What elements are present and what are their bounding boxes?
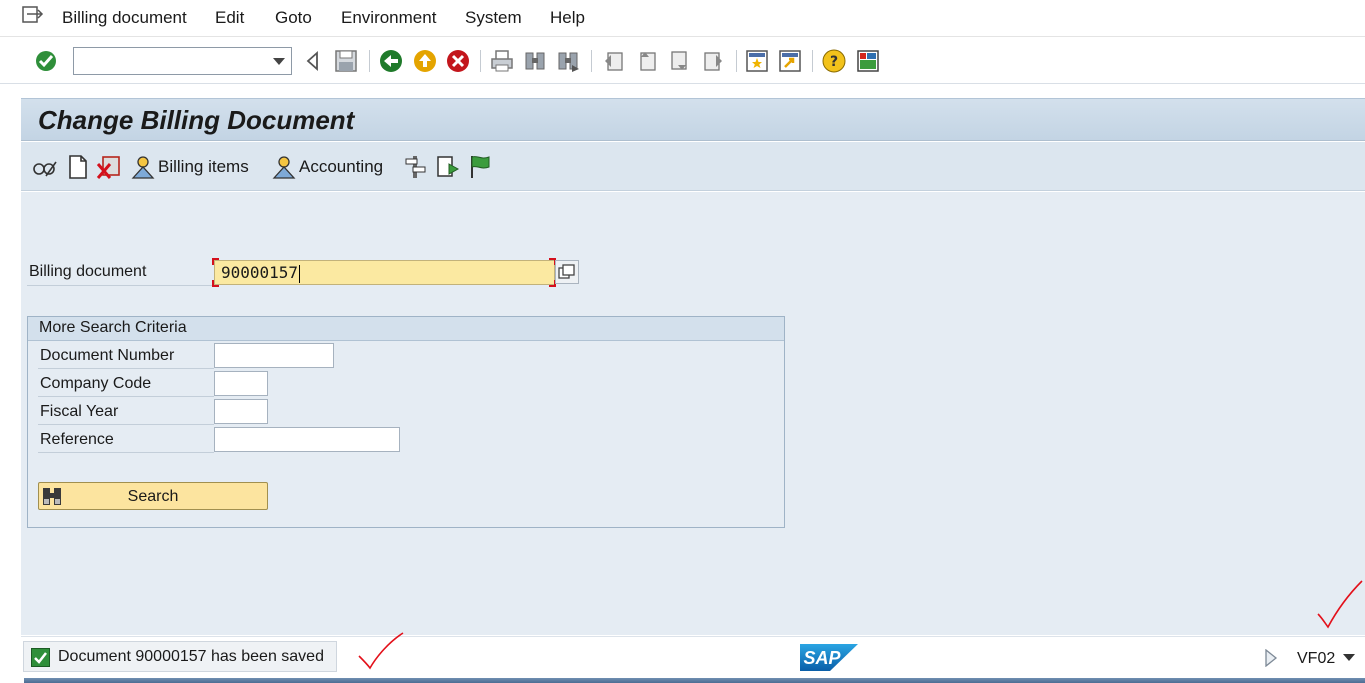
fiscal-year-field[interactable] — [214, 399, 268, 424]
page-title: Change Billing Document — [38, 105, 355, 135]
cancel-icon[interactable] — [445, 48, 471, 74]
help-icon[interactable]: ? — [821, 48, 847, 74]
left-strip — [0, 85, 20, 683]
status-bar: Document 90000157 has been saved SAP VF0… — [21, 636, 1365, 683]
person-icon — [272, 156, 296, 179]
company-code-label: Company Code — [40, 375, 152, 392]
save-icon[interactable] — [333, 48, 359, 74]
text-cursor — [299, 264, 301, 283]
sap-logo-text: SAP — [803, 648, 841, 668]
first-page-icon[interactable] — [601, 48, 627, 74]
create-document-icon[interactable] — [65, 154, 91, 180]
standard-toolbar: ? — [0, 38, 1365, 84]
bottom-border — [24, 678, 1365, 683]
output-icon[interactable] — [435, 154, 461, 180]
search-criteria-header: More Search Criteria — [28, 317, 784, 341]
svg-text:?: ? — [830, 54, 838, 70]
billing-items-label: Billing items — [158, 157, 249, 176]
menu-help[interactable]: Help — [550, 8, 585, 28]
billing-items-button[interactable]: Billing items — [130, 153, 249, 181]
next-page-icon[interactable] — [667, 48, 693, 74]
find-icon[interactable] — [522, 48, 548, 74]
menu-system[interactable]: System — [465, 8, 522, 28]
menu-bar: Billing document Edit Goto Environment S… — [0, 0, 1365, 37]
display-change-icon[interactable] — [32, 154, 58, 180]
layout-icon[interactable] — [855, 48, 881, 74]
system-info-icon[interactable] — [1264, 649, 1278, 667]
reference-field[interactable] — [214, 427, 400, 452]
cancel-billing-icon[interactable] — [96, 154, 122, 180]
print-icon[interactable] — [489, 48, 515, 74]
fiscal-year-label: Fiscal Year — [40, 403, 119, 420]
menu-icon[interactable] — [22, 5, 44, 25]
transaction-code: VF02 — [1297, 650, 1336, 667]
company-code-field[interactable] — [214, 371, 268, 396]
menu-environment[interactable]: Environment — [341, 8, 436, 28]
command-dropdown-icon[interactable] — [273, 58, 285, 65]
menu-edit[interactable]: Edit — [215, 8, 244, 28]
accounting-label: Accounting — [299, 157, 384, 176]
enter-icon[interactable] — [33, 48, 59, 74]
find-next-icon[interactable] — [555, 48, 581, 74]
billing-document-input[interactable]: 90000157 — [214, 260, 555, 285]
search-label: Search — [127, 488, 179, 505]
person-icon — [131, 156, 155, 179]
success-icon — [31, 648, 50, 667]
command-input[interactable] — [78, 50, 263, 72]
collapse-icon[interactable] — [300, 48, 326, 74]
search-button[interactable]: Search — [38, 482, 268, 510]
annotation-checkmark-icon — [358, 632, 404, 670]
status-message-box[interactable]: Document 90000157 has been saved — [23, 641, 337, 672]
menu-billing-document[interactable]: Billing document — [62, 8, 187, 28]
reference-label: Reference — [40, 431, 114, 448]
command-field[interactable] — [73, 47, 292, 75]
annotation-checkmark-icon — [1317, 580, 1363, 629]
previous-page-icon[interactable] — [634, 48, 660, 74]
document-number-label: Document Number — [40, 347, 175, 364]
title-bar: Change Billing Document — [21, 98, 1365, 141]
billing-document-label: Billing document — [29, 263, 147, 280]
menu-goto[interactable]: Goto — [275, 8, 312, 28]
status-message: Document 90000157 has been saved — [58, 648, 324, 665]
accounting-button[interactable]: Accounting — [271, 153, 383, 181]
shortcut-icon[interactable] — [777, 48, 803, 74]
release-flag-icon[interactable] — [467, 154, 493, 180]
application-toolbar: Billing items Accounting — [21, 142, 1365, 191]
last-page-icon[interactable] — [700, 48, 726, 74]
chevron-down-icon[interactable] — [1343, 654, 1355, 661]
header-details-icon[interactable] — [403, 154, 429, 180]
possible-entries-button[interactable] — [555, 260, 579, 284]
search-criteria-title: More Search Criteria — [39, 319, 187, 336]
exit-icon[interactable] — [412, 48, 438, 74]
back-icon[interactable] — [378, 48, 404, 74]
new-session-icon[interactable] — [744, 48, 770, 74]
document-number-field[interactable] — [214, 343, 334, 368]
sap-logo: SAP — [800, 644, 858, 671]
matchcode-icon — [558, 264, 575, 279]
billing-document-value: 90000157 — [221, 263, 299, 282]
